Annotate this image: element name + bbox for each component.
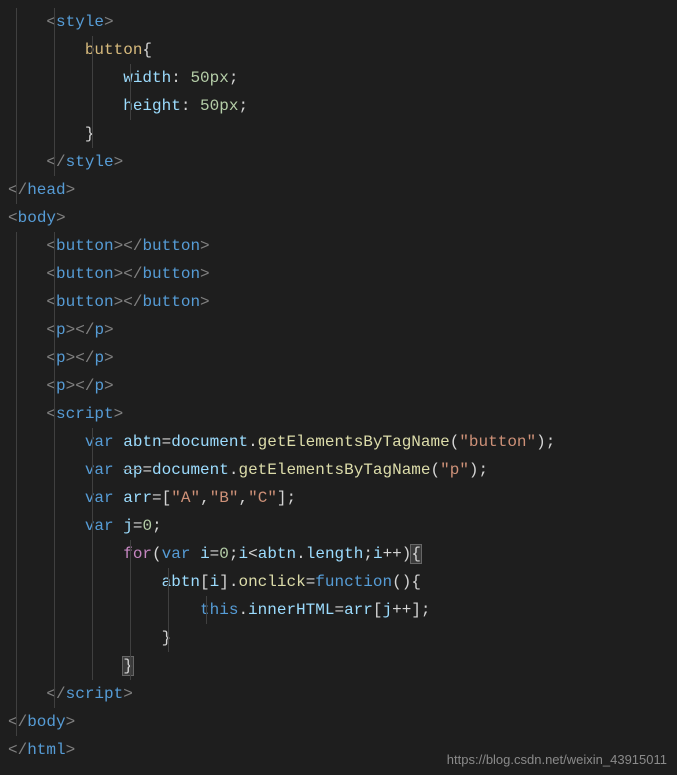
code-editor[interactable]: <style> button{ width: 50px; height: 50p… <box>0 0 677 764</box>
code-line: var j=0; <box>0 512 677 540</box>
code-line: height: 50px; <box>0 92 677 120</box>
code-line: abtn[i].onclick=function(){ <box>0 568 677 596</box>
code-line: <button></button> <box>0 232 677 260</box>
code-line: width: 50px; <box>0 64 677 92</box>
code-line: <p></p> <box>0 344 677 372</box>
code-line: for(var i=0;i<abtn.length;i++){ <box>0 540 677 568</box>
code-line: } <box>0 652 677 680</box>
code-line: var abtn=document.getElementsByTagName("… <box>0 428 677 456</box>
code-line: </script> <box>0 680 677 708</box>
code-line: </body> <box>0 708 677 736</box>
code-line: button{ <box>0 36 677 64</box>
code-line: var arr=["A","B","C"]; <box>0 484 677 512</box>
code-line: <style> <box>0 8 677 36</box>
code-line: <body> <box>0 204 677 232</box>
code-line: <script> <box>0 400 677 428</box>
code-line: <p></p> <box>0 372 677 400</box>
watermark-text: https://blog.csdn.net/weixin_43915011 <box>447 752 667 767</box>
code-line: } <box>0 120 677 148</box>
code-line: </style> <box>0 148 677 176</box>
code-line: <button></button> <box>0 288 677 316</box>
code-line: } <box>0 624 677 652</box>
code-line: this.innerHTML=arr[j++]; <box>0 596 677 624</box>
code-line: <button></button> <box>0 260 677 288</box>
code-line: </head> <box>0 176 677 204</box>
code-line: <p></p> <box>0 316 677 344</box>
code-line: var ap=document.getElementsByTagName("p"… <box>0 456 677 484</box>
